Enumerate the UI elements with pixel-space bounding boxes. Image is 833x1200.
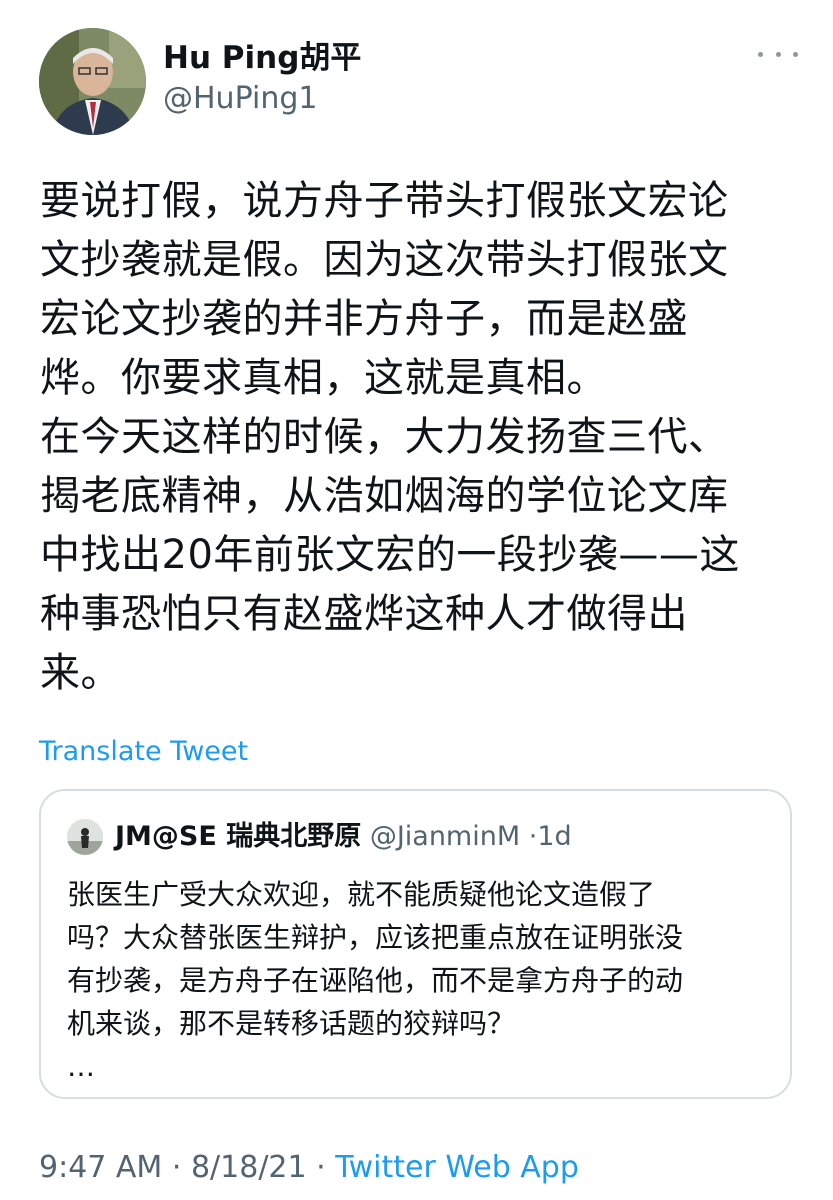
tweet-time[interactable]: 9:47 AM (39, 1150, 162, 1185)
more-horizontal-icon-dot (793, 51, 798, 57)
translate-tweet-link[interactable]: Translate Tweet (39, 736, 248, 768)
quoted-tweet-header: JM@SE 瑞典北野原 @JianminM ·1d (115, 819, 572, 855)
tweet-text: 要说打假，说方舟子带头打假张文宏论 文抄袭就是假。因为这次带头打假张文 宏论文抄… (40, 178, 740, 696)
footer-separator: · (316, 1150, 326, 1185)
tweet-footer: 9:47 AM · 8/18/21 · Twitter Web App (39, 1148, 579, 1188)
tweet-source-link[interactable]: Twitter Web App (335, 1150, 579, 1185)
more-horizontal-icon-dot (775, 51, 781, 57)
author-handle[interactable]: @HuPing1 (163, 82, 317, 116)
tweet-date[interactable]: 8/18/21 (191, 1150, 307, 1185)
quoted-author-avatar (67, 819, 103, 855)
author-display-name[interactable]: Hu Ping胡平 (163, 40, 361, 76)
more-horizontal-icon (758, 51, 763, 57)
quoted-author-avatar-image (67, 819, 103, 855)
footer-separator: · (171, 1150, 182, 1185)
author-avatar-image (39, 28, 146, 135)
quoted-author-name: JM@SE 瑞典北野原 (115, 821, 362, 852)
more-options-button[interactable] (758, 42, 798, 66)
quoted-author-handle: @JianminM (369, 821, 521, 852)
quoted-time: 1d (537, 821, 572, 852)
author-avatar[interactable] (39, 28, 146, 135)
quoted-tweet-text: 张医生广受大众欢迎，就不能质疑他论文造假了 吗？大众替张医生辩护，应该把重点放在… (67, 878, 684, 1083)
tweet: Hu Ping胡平 @HuPing1 要说打假，说方舟子带头打假张文宏论 文抄袭… (0, 0, 833, 1200)
quoted-tweet[interactable]: JM@SE 瑞典北野原 @JianminM ·1d 张医生广受大众欢迎，就不能质… (39, 789, 792, 1099)
